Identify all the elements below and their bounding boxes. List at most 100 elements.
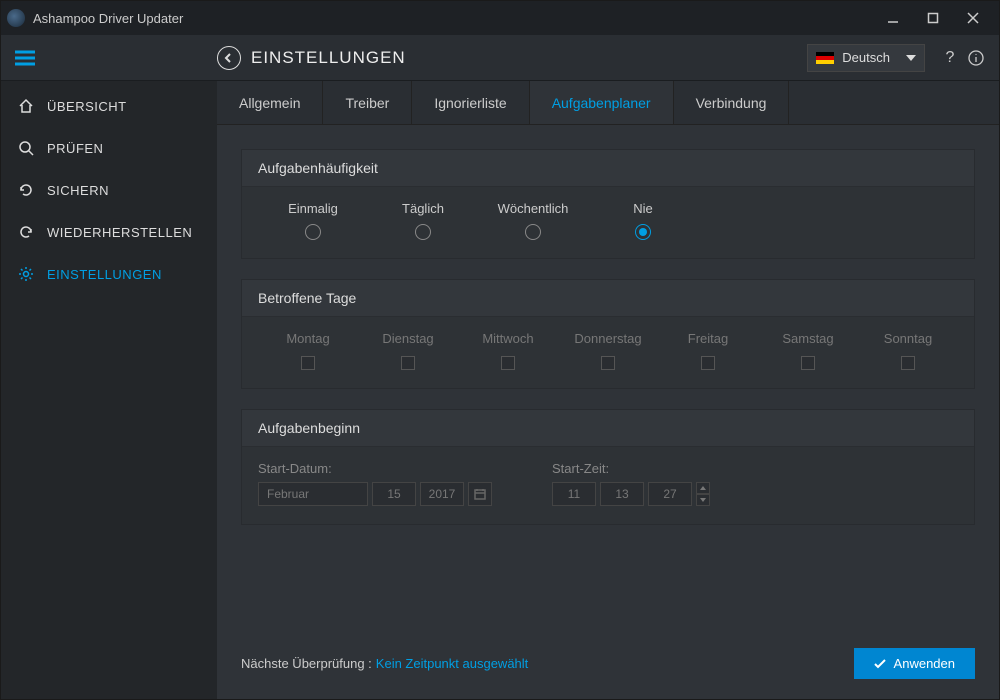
calendar-button[interactable] — [468, 482, 492, 506]
chevron-down-icon — [700, 498, 706, 502]
freq-option-weekly[interactable]: Wöchentlich — [478, 201, 588, 240]
start-date-group: Start-Datum: Februar 15 2017 — [258, 461, 492, 506]
hour-value: 11 — [568, 487, 580, 501]
apply-button[interactable]: Anwenden — [854, 648, 975, 679]
sidebar: ÜBERSICHT PRÜFEN SICHERN WIEDERHERSTELLE… — [1, 81, 217, 699]
calendar-icon — [474, 488, 486, 500]
sidebar-item-overview[interactable]: ÜBERSICHT — [1, 85, 217, 127]
sidebar-item-restore[interactable]: WIEDERHERSTELLEN — [1, 211, 217, 253]
minimize-button[interactable] — [873, 1, 913, 35]
day-label: Montag — [286, 331, 329, 346]
day-option-friday[interactable]: Freitag — [658, 331, 758, 370]
radio-icon — [305, 224, 321, 240]
header: EINSTELLUNGEN Deutsch ? — [1, 35, 999, 81]
menu-button[interactable] — [1, 50, 49, 66]
year-field[interactable]: 2017 — [420, 482, 464, 506]
sidebar-item-check[interactable]: PRÜFEN — [1, 127, 217, 169]
sidebar-item-label: PRÜFEN — [47, 141, 103, 156]
app-logo-icon — [7, 9, 25, 27]
panel-title: Aufgabenbeginn — [242, 410, 974, 447]
chevron-up-icon — [700, 486, 706, 490]
tab-label: Verbindung — [696, 95, 767, 111]
day-option-monday[interactable]: Montag — [258, 331, 358, 370]
backup-icon — [17, 182, 35, 198]
freq-option-daily[interactable]: Täglich — [368, 201, 478, 240]
day-label: Samstag — [782, 331, 833, 346]
freq-label: Nie — [633, 201, 653, 216]
day-label: Dienstag — [382, 331, 433, 346]
tab-connection[interactable]: Verbindung — [674, 81, 790, 124]
checkbox-icon — [601, 356, 615, 370]
day-field[interactable]: 15 — [372, 482, 416, 506]
day-option-saturday[interactable]: Samstag — [758, 331, 858, 370]
home-icon — [17, 98, 35, 114]
minute-field[interactable]: 13 — [600, 482, 644, 506]
radio-icon — [415, 224, 431, 240]
tab-scheduler[interactable]: Aufgabenplaner — [530, 81, 674, 124]
freq-option-never[interactable]: Nie — [588, 201, 698, 240]
month-field[interactable]: Februar — [258, 482, 368, 506]
sidebar-item-label: WIEDERHERSTELLEN — [47, 225, 192, 240]
freq-label: Einmalig — [288, 201, 338, 216]
second-value: 27 — [663, 487, 676, 501]
start-panel: Aufgabenbeginn Start-Datum: Februar 15 2… — [241, 409, 975, 525]
frequency-options: Einmalig Täglich Wöchentlich — [258, 201, 958, 240]
day-option-thursday[interactable]: Donnerstag — [558, 331, 658, 370]
main: Allgemein Treiber Ignorierliste Aufgaben… — [217, 81, 999, 699]
hour-field[interactable]: 11 — [552, 482, 596, 506]
year-value: 2017 — [429, 487, 456, 501]
language-label: Deutsch — [842, 50, 890, 65]
tab-label: Ignorierliste — [434, 95, 506, 111]
freq-label: Täglich — [402, 201, 444, 216]
help-button[interactable]: ? — [937, 49, 963, 67]
search-icon — [17, 140, 35, 156]
sidebar-item-label: EINSTELLUNGEN — [47, 267, 162, 282]
sidebar-item-backup[interactable]: SICHERN — [1, 169, 217, 211]
tab-ignorelist[interactable]: Ignorierliste — [412, 81, 529, 124]
app-window: Ashampoo Driver Updater EINSTELLUNGEN De… — [0, 0, 1000, 700]
spin-down-button[interactable] — [696, 494, 710, 506]
close-button[interactable] — [953, 1, 993, 35]
second-field[interactable]: 27 — [648, 482, 692, 506]
next-check-value[interactable]: Kein Zeitpunkt ausgewählt — [376, 656, 528, 671]
maximize-button[interactable] — [913, 1, 953, 35]
day-label: Sonntag — [884, 331, 932, 346]
day-option-wednesday[interactable]: Mittwoch — [458, 331, 558, 370]
frequency-panel: Aufgabenhäufigkeit Einmalig Täglich — [241, 149, 975, 259]
freq-option-once[interactable]: Einmalig — [258, 201, 368, 240]
back-button[interactable] — [217, 46, 241, 70]
sidebar-item-settings[interactable]: EINSTELLUNGEN — [1, 253, 217, 295]
arrow-left-icon — [224, 53, 234, 63]
month-value: Februar — [267, 487, 309, 501]
days-options: Montag Dienstag Mittwoch Donnerstag Frei… — [258, 331, 958, 370]
titlebar: Ashampoo Driver Updater — [1, 1, 999, 35]
chevron-down-icon — [906, 55, 916, 61]
day-value: 15 — [387, 487, 400, 501]
hamburger-icon — [15, 50, 35, 66]
tab-drivers[interactable]: Treiber — [323, 81, 412, 124]
day-option-tuesday[interactable]: Dienstag — [358, 331, 458, 370]
footer: Nächste Überprüfung : Kein Zeitpunkt aus… — [217, 632, 999, 699]
apply-label: Anwenden — [894, 656, 955, 671]
language-select[interactable]: Deutsch — [807, 44, 925, 72]
panel-title: Aufgabenhäufigkeit — [242, 150, 974, 187]
tabs: Allgemein Treiber Ignorierliste Aufgaben… — [217, 81, 999, 125]
tab-label: Aufgabenplaner — [552, 95, 651, 111]
info-button[interactable] — [963, 50, 989, 66]
flag-germany-icon — [816, 52, 834, 64]
freq-label: Wöchentlich — [498, 201, 569, 216]
days-panel: Betroffene Tage Montag Dienstag Mittwoch… — [241, 279, 975, 389]
tab-label: Allgemein — [239, 95, 300, 111]
start-time-label: Start-Zeit: — [552, 461, 710, 476]
radio-icon — [525, 224, 541, 240]
radio-selected-icon — [635, 224, 651, 240]
checkbox-icon — [801, 356, 815, 370]
checkbox-icon — [401, 356, 415, 370]
checkbox-icon — [501, 356, 515, 370]
day-option-sunday[interactable]: Sonntag — [858, 331, 958, 370]
start-time-group: Start-Zeit: 11 13 27 — [552, 461, 710, 506]
sidebar-item-label: ÜBERSICHT — [47, 99, 127, 114]
minimize-icon — [887, 12, 899, 24]
spin-up-button[interactable] — [696, 482, 710, 494]
tab-general[interactable]: Allgemein — [217, 81, 323, 124]
